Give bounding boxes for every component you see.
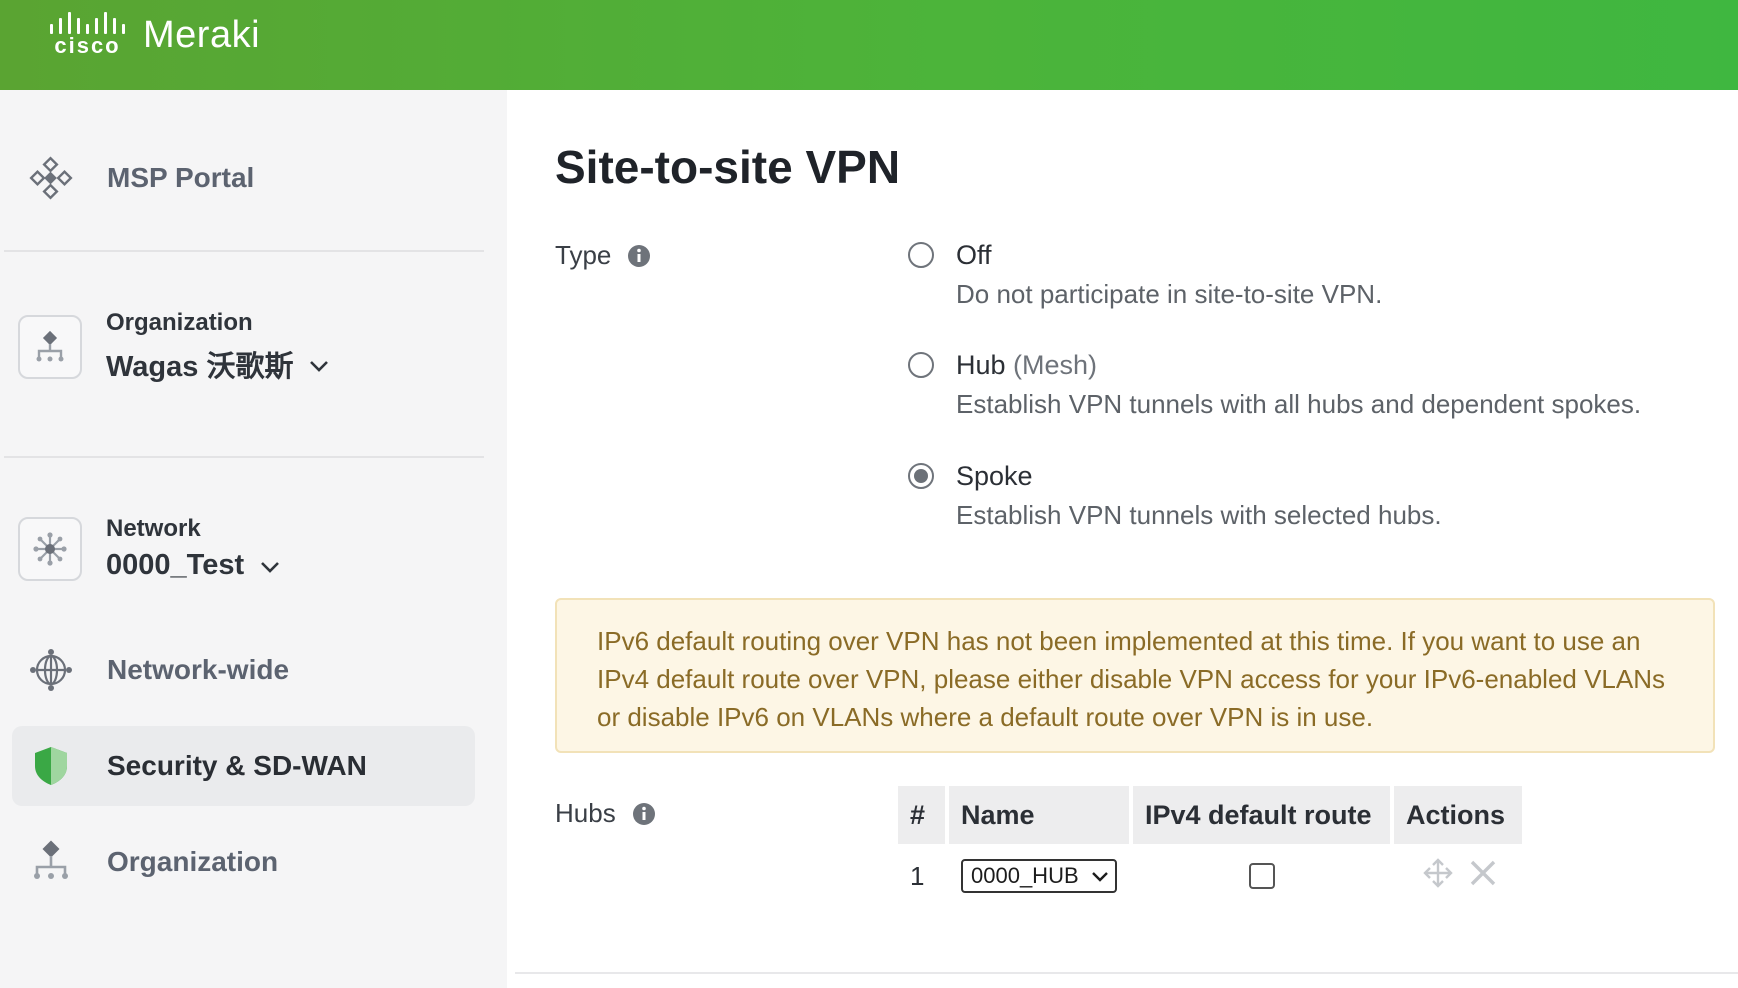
top-bar: cisco Meraki	[0, 0, 1738, 90]
table-header-row: # Name IPv4 default route Actions	[898, 786, 1522, 844]
cisco-bars-icon	[50, 12, 125, 34]
type-field-label: Type	[555, 240, 651, 271]
vpn-type-option-off[interactable]: Off Do not participate in site-to-site V…	[908, 240, 1382, 310]
section-divider	[515, 972, 1738, 974]
organization-selector[interactable]: Organization Wagas 沃歌斯	[18, 309, 329, 385]
sidebar-item-msp-portal[interactable]: MSP Portal	[29, 156, 254, 200]
hub-name-select[interactable]: 0000_HUB	[961, 859, 1117, 893]
sidebar-item-label: Organization	[107, 846, 279, 877]
sidebar-item-label: Network-wide	[107, 654, 290, 685]
table-row: 1 0000_HUB	[898, 844, 1522, 908]
column-header-index: #	[898, 786, 945, 844]
organization-caption: Organization	[106, 309, 253, 336]
option-title: Spoke	[956, 461, 1033, 491]
sidebar-item-label: Security & SD-WAN	[107, 750, 367, 781]
option-subtitle: (Mesh)	[1005, 350, 1098, 380]
network-caption: Network	[106, 515, 201, 542]
hubs-label: Hubs	[555, 798, 616, 828]
hubs-table: # Name IPv4 default route Actions 1 0000…	[894, 786, 1526, 908]
meraki-wordmark: Meraki	[143, 14, 261, 56]
info-icon[interactable]	[627, 244, 651, 268]
cisco-meraki-logo[interactable]: cisco Meraki	[50, 12, 260, 57]
chevron-down-icon[interactable]	[260, 549, 280, 582]
ipv4-default-route-checkbox[interactable]	[1248, 863, 1275, 889]
sidebar-divider	[4, 456, 484, 458]
ipv6-warning-notice: IPv6 default routing over VPN has not be…	[555, 598, 1715, 753]
org-tree-icon	[29, 840, 73, 884]
chevron-down-icon[interactable]	[309, 348, 329, 381]
sidebar-item-label: MSP Portal	[107, 162, 255, 193]
network-name: 0000_Test	[106, 549, 245, 581]
cisco-logo: cisco	[50, 12, 125, 57]
hubs-field-label: Hubs	[555, 798, 656, 829]
option-title: Off	[956, 240, 992, 270]
network-hub-icon	[18, 516, 82, 581]
sidebar-item-organization[interactable]: Organization	[29, 840, 278, 884]
option-description: Do not participate in site-to-site VPN.	[956, 279, 1383, 309]
type-label: Type	[555, 240, 612, 270]
network-selector[interactable]: Network 0000_Test	[18, 515, 280, 582]
radio-hub[interactable]	[908, 352, 934, 378]
page-title: Site-to-site VPN	[555, 141, 901, 193]
option-title: Hub	[956, 350, 1006, 380]
vpn-type-option-spoke[interactable]: Spoke Establish VPN tunnels with selecte…	[908, 461, 1442, 531]
cisco-wordmark: cisco	[54, 33, 121, 58]
radio-spoke[interactable]	[908, 463, 934, 489]
radio-off[interactable]	[908, 242, 934, 268]
option-description: Establish VPN tunnels with selected hubs…	[956, 500, 1442, 530]
organization-name: Wagas 沃歌斯	[106, 351, 294, 383]
chevron-down-icon	[1091, 863, 1109, 889]
move-icon[interactable]	[1422, 857, 1454, 896]
shield-icon	[29, 744, 73, 788]
column-header-actions: Actions	[1394, 786, 1522, 844]
option-description: Establish VPN tunnels with all hubs and …	[956, 389, 1642, 419]
sidebar-item-network-wide[interactable]: Network-wide	[29, 648, 289, 692]
hub-name-value: 0000_HUB	[971, 863, 1079, 888]
diamond-grid-icon	[29, 156, 73, 200]
delete-icon[interactable]	[1468, 858, 1498, 895]
sidebar-item-security-sd-wan[interactable]: Security & SD-WAN	[29, 744, 367, 788]
sidebar-divider	[4, 250, 484, 252]
globe-network-icon	[29, 648, 73, 692]
vpn-type-option-hub[interactable]: Hub (Mesh) Establish VPN tunnels with al…	[908, 350, 1641, 420]
row-index: 1	[910, 860, 925, 891]
column-header-ipv4-default-route: IPv4 default route	[1133, 786, 1390, 844]
org-tree-icon	[18, 315, 82, 379]
column-header-name: Name	[949, 786, 1129, 844]
info-icon[interactable]	[632, 802, 656, 826]
